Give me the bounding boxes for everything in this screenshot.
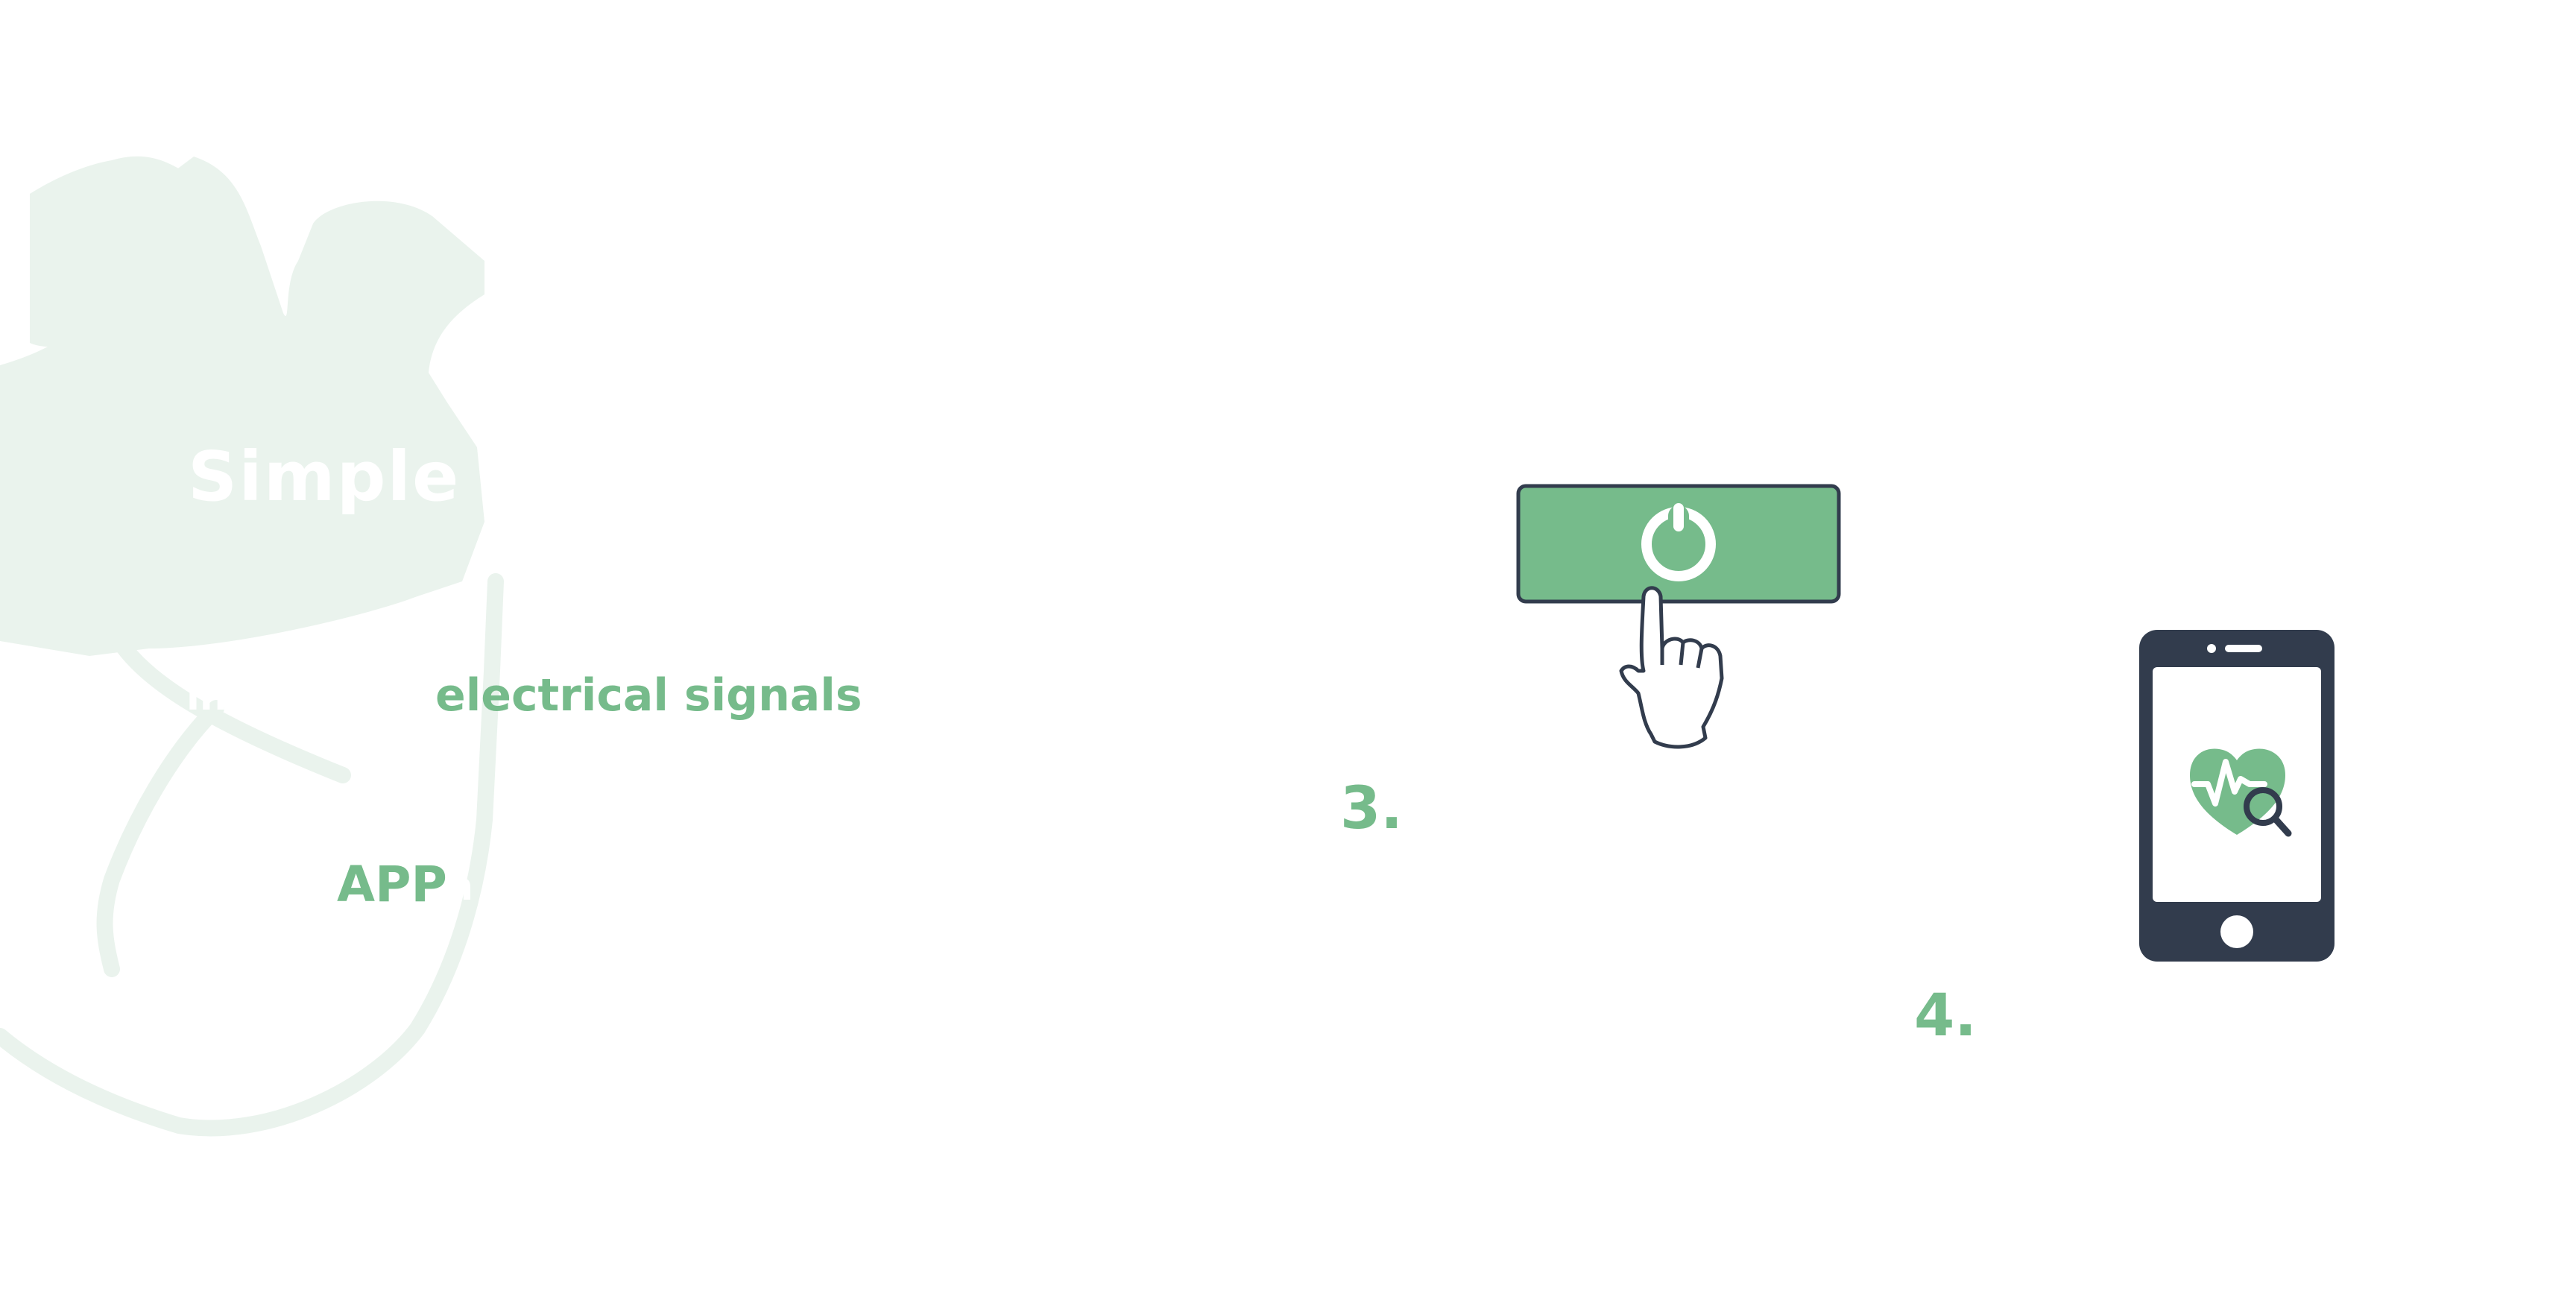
step-number-3: 3. — [1340, 775, 1403, 842]
body-text-fragment: se — [432, 611, 482, 656]
step-number-4: 4. — [1914, 982, 1977, 1050]
body-text-fragment: in — [186, 675, 227, 719]
app-text: APP — [337, 856, 447, 913]
heart-illustration — [0, 156, 504, 1137]
pointing-hand-icon — [1619, 586, 1724, 749]
body-text-fragment: n — [446, 865, 474, 909]
body-text-fragment: e — [432, 801, 459, 846]
power-button-icon — [1516, 484, 1841, 749]
heading-text: Simple Sa — [188, 437, 584, 517]
smartphone-icon — [2139, 630, 2334, 962]
electrical-signals-text: electrical signals — [435, 669, 862, 722]
